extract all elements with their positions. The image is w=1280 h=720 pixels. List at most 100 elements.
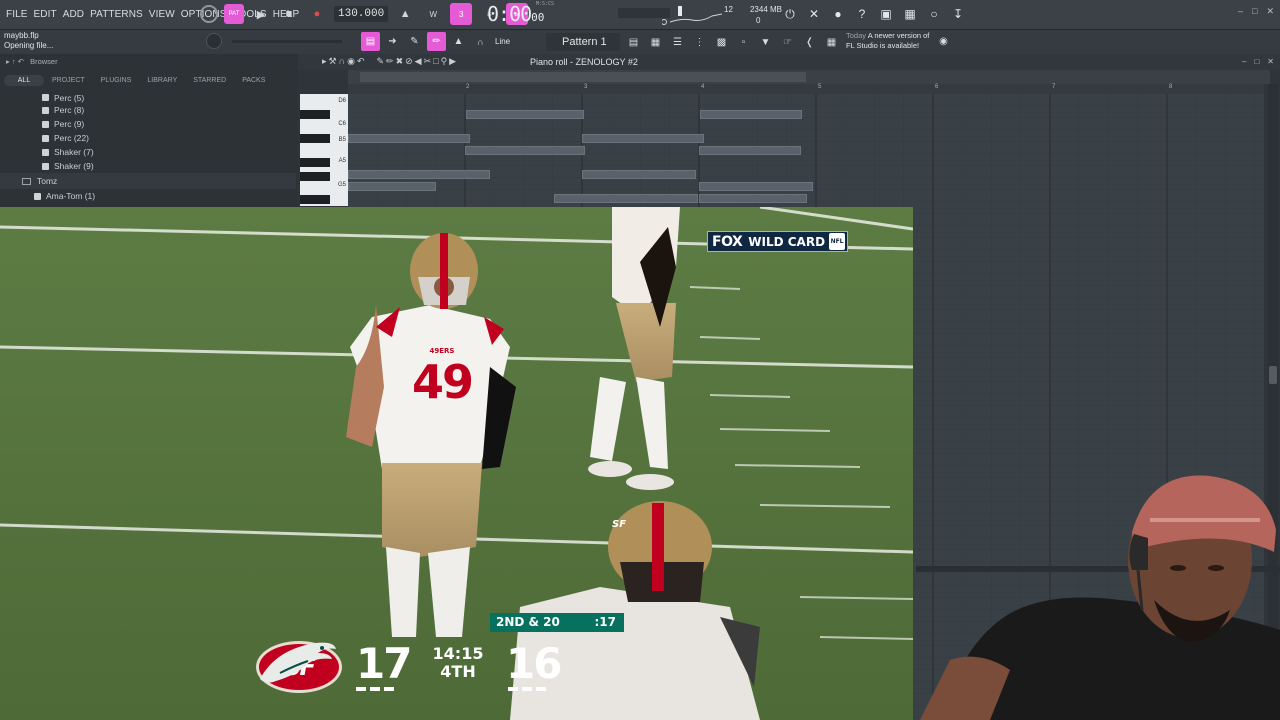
list-item[interactable]: Ama-Tom (1): [0, 189, 296, 203]
globe-icon[interactable]: ◉: [934, 32, 953, 51]
pr-close-icon[interactable]: ✕: [1267, 57, 1274, 66]
folder-item[interactable]: Tomz: [0, 173, 296, 189]
minimize-icon[interactable]: –: [1238, 6, 1243, 17]
playlist-window-icon[interactable]: ▤: [624, 33, 643, 52]
arrow-icon[interactable]: ➜: [383, 32, 402, 51]
piano-roll-overview[interactable]: [348, 70, 1270, 84]
note[interactable]: [466, 110, 584, 119]
record-tool-icon[interactable]: ◉: [347, 56, 355, 67]
menu-patterns[interactable]: PATTERNS: [90, 9, 143, 20]
pattern-mode-button[interactable]: PAT: [224, 4, 244, 24]
maximize-icon[interactable]: □: [1252, 6, 1257, 17]
menu-file[interactable]: FILE: [6, 9, 28, 20]
browser-nav-icon[interactable]: ▸ ↑ ↶: [6, 57, 24, 66]
download-icon[interactable]: ↧: [948, 4, 968, 24]
note[interactable]: [554, 194, 698, 203]
mic-icon[interactable]: ●: [828, 4, 848, 24]
select-tool-icon[interactable]: □: [433, 56, 438, 67]
note[interactable]: [465, 146, 585, 155]
master-volume-knob[interactable]: [206, 33, 222, 49]
master-pitch-slider[interactable]: [232, 40, 342, 43]
secondary-toolbar: maybb.flp Opening file... ▤ ➜ ✎ ✏ ▲ ∩ Li…: [0, 30, 1280, 54]
mixer-icon[interactable]: ▦: [900, 4, 920, 24]
touch-icon[interactable]: ☞: [778, 33, 797, 52]
note[interactable]: [348, 182, 436, 191]
note[interactable]: [699, 194, 807, 203]
zoom-tool-icon[interactable]: ⚲: [441, 56, 448, 67]
playback-tool-icon[interactable]: ▶: [449, 56, 456, 67]
undo-icon[interactable]: ↶: [357, 56, 365, 67]
scroll-thumb[interactable]: [1269, 366, 1277, 384]
draw-icon[interactable]: ✎: [405, 32, 424, 51]
plug-icon[interactable]: ▼: [756, 33, 775, 52]
record-button[interactable]: ●: [306, 3, 328, 25]
magnet-tool-icon[interactable]: ∩: [339, 56, 345, 67]
brush-tool-icon[interactable]: ✏: [386, 56, 394, 67]
cut-icon[interactable]: ✕: [804, 4, 824, 24]
note[interactable]: [700, 110, 802, 119]
list-item[interactable]: Perc (5): [0, 92, 296, 103]
capture-icon[interactable]: ❬: [800, 33, 819, 52]
tab-all[interactable]: ALL: [4, 75, 44, 86]
menu-add[interactable]: ADD: [63, 9, 84, 20]
help-icon[interactable]: ?: [852, 4, 872, 24]
plugin-picker-icon[interactable]: ▩: [712, 33, 731, 52]
key-label: D6: [338, 98, 346, 104]
tab-library[interactable]: LIBRARY: [139, 75, 185, 86]
countdown-icon[interactable]: 3: [450, 3, 473, 25]
list-item[interactable]: Perc (9): [0, 117, 296, 131]
playlist-icon[interactable]: ▤: [361, 32, 380, 51]
list-item[interactable]: Perc (22): [0, 131, 296, 145]
menu-edit[interactable]: EDIT: [34, 9, 57, 20]
channel-rack-icon[interactable]: ☰: [668, 33, 687, 52]
delete-tool-icon[interactable]: ✖: [396, 56, 404, 67]
close-icon[interactable]: ✕: [1266, 6, 1274, 17]
song-pos-knob-icon[interactable]: [200, 5, 218, 23]
chat-icon[interactable]: ○: [924, 4, 944, 24]
play-button[interactable]: ▶: [250, 3, 272, 25]
pencil-tool-icon[interactable]: ✎: [376, 56, 384, 67]
piano-roll-window-icon[interactable]: ▦: [646, 33, 665, 52]
mute-tool-icon[interactable]: ⊘: [405, 56, 413, 67]
gate-icon[interactable]: ▦: [822, 33, 841, 52]
pencil-icon[interactable]: ✏: [427, 32, 446, 51]
wait-input-icon[interactable]: W: [422, 3, 444, 25]
pr-minimize-icon[interactable]: –: [1242, 57, 1246, 66]
wrench-icon[interactable]: ⚒: [329, 56, 337, 67]
power-icon[interactable]: ⏻: [780, 4, 800, 24]
menu-view[interactable]: VIEW: [149, 9, 175, 20]
tab-starred[interactable]: STARRED: [185, 75, 234, 86]
slip-tool-icon[interactable]: ◀: [415, 56, 422, 67]
stamp-icon[interactable]: ▲: [449, 32, 468, 51]
list-item[interactable]: Shaker (7): [0, 145, 296, 159]
overview-window[interactable]: [360, 72, 806, 82]
stop-button[interactable]: ■: [278, 3, 300, 25]
tab-packs[interactable]: PACKS: [234, 75, 273, 86]
note[interactable]: [699, 182, 813, 191]
song-time-display[interactable]: 0:0000 M:S:CS: [487, 1, 555, 28]
menu-arrow-icon[interactable]: ▸: [322, 56, 327, 67]
list-item[interactable]: Perc (8): [0, 103, 296, 117]
tempo-display[interactable]: 130.000: [334, 6, 389, 22]
note[interactable]: [348, 134, 470, 143]
save-icon[interactable]: ▣: [876, 4, 896, 24]
cpu-monitor[interactable]: 12 2344 MB 0: [618, 4, 782, 26]
metronome-icon[interactable]: ▲: [394, 3, 416, 25]
tab-project[interactable]: PROJECT: [44, 75, 93, 86]
note[interactable]: [699, 146, 801, 155]
mixer-window-icon[interactable]: ⋮: [690, 33, 709, 52]
news-panel[interactable]: Today A newer version of FL Studio is av…: [846, 31, 929, 50]
piano-keyboard[interactable]: D6 C6 B5 A5 G5: [300, 94, 348, 206]
magnet-icon[interactable]: ∩: [471, 32, 490, 51]
pattern-selector[interactable]: Pattern 1: [546, 33, 620, 51]
slice-tool-icon[interactable]: ✂: [424, 56, 432, 67]
note[interactable]: [582, 134, 704, 143]
list-item[interactable]: Shaker (9): [0, 159, 296, 173]
time-ruler[interactable]: 2 3 4 5 6 7 8: [348, 84, 1264, 94]
note[interactable]: [582, 170, 696, 179]
note[interactable]: [348, 170, 490, 179]
clipboard-icon[interactable]: ▫: [734, 33, 753, 52]
snap-select[interactable]: Line: [493, 37, 551, 46]
pr-maximize-icon[interactable]: □: [1254, 57, 1259, 66]
tab-plugins[interactable]: PLUGINS: [93, 75, 140, 86]
